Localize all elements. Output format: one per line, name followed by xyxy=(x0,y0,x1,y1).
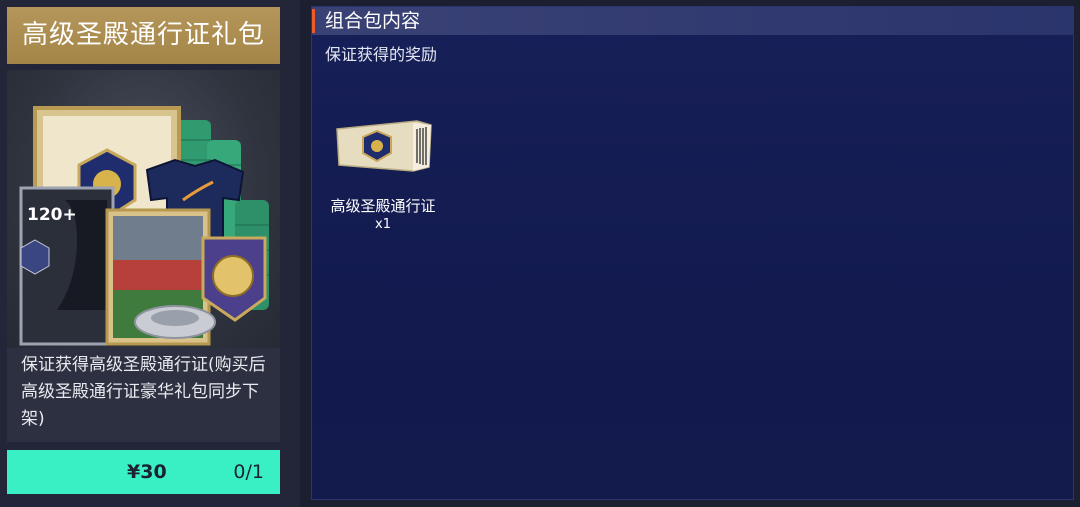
contents-title: 组合包内容 xyxy=(325,10,421,32)
pack-art-illustration: RTS 120+ xyxy=(19,106,269,346)
reward-item[interactable]: 高级圣殿通行证 x1 xyxy=(328,115,438,245)
reward-name: 高级圣殿通行证 xyxy=(330,197,436,215)
svg-text:120+: 120+ xyxy=(27,205,77,225)
ticket-icon xyxy=(336,120,432,172)
purchase-button[interactable]: ¥30 0/1 xyxy=(7,450,280,494)
pack-sidebar: 高级圣殿通行证礼包 120+ 保证获得高级圣殿通行证(购买后高级圣殿通行证豪华礼… xyxy=(0,0,300,507)
pack-card: RTS 120+ xyxy=(7,70,280,442)
contents-header: 组合包内容 xyxy=(312,7,1073,35)
pack-description: 保证获得高级圣殿通行证(购买后高级圣殿通行证豪华礼包同步下架) xyxy=(21,355,266,429)
pack-art-image: RTS 120+ xyxy=(7,70,280,348)
price-label: ¥30 xyxy=(127,461,167,483)
stadium-model-icon xyxy=(134,305,216,339)
header-accent-bar xyxy=(312,9,315,33)
pack-title: 高级圣殿通行证礼包 xyxy=(7,7,280,64)
bundle-contents-panel: 组合包内容 保证获得的奖励 高级圣殿通行证 x1 xyxy=(311,6,1074,500)
purchase-limit-label: 0/1 xyxy=(233,461,264,483)
guaranteed-rewards-title: 保证获得的奖励 xyxy=(325,45,438,64)
player-card-icon: 120+ xyxy=(19,186,115,346)
reward-quantity: x1 xyxy=(375,217,391,232)
